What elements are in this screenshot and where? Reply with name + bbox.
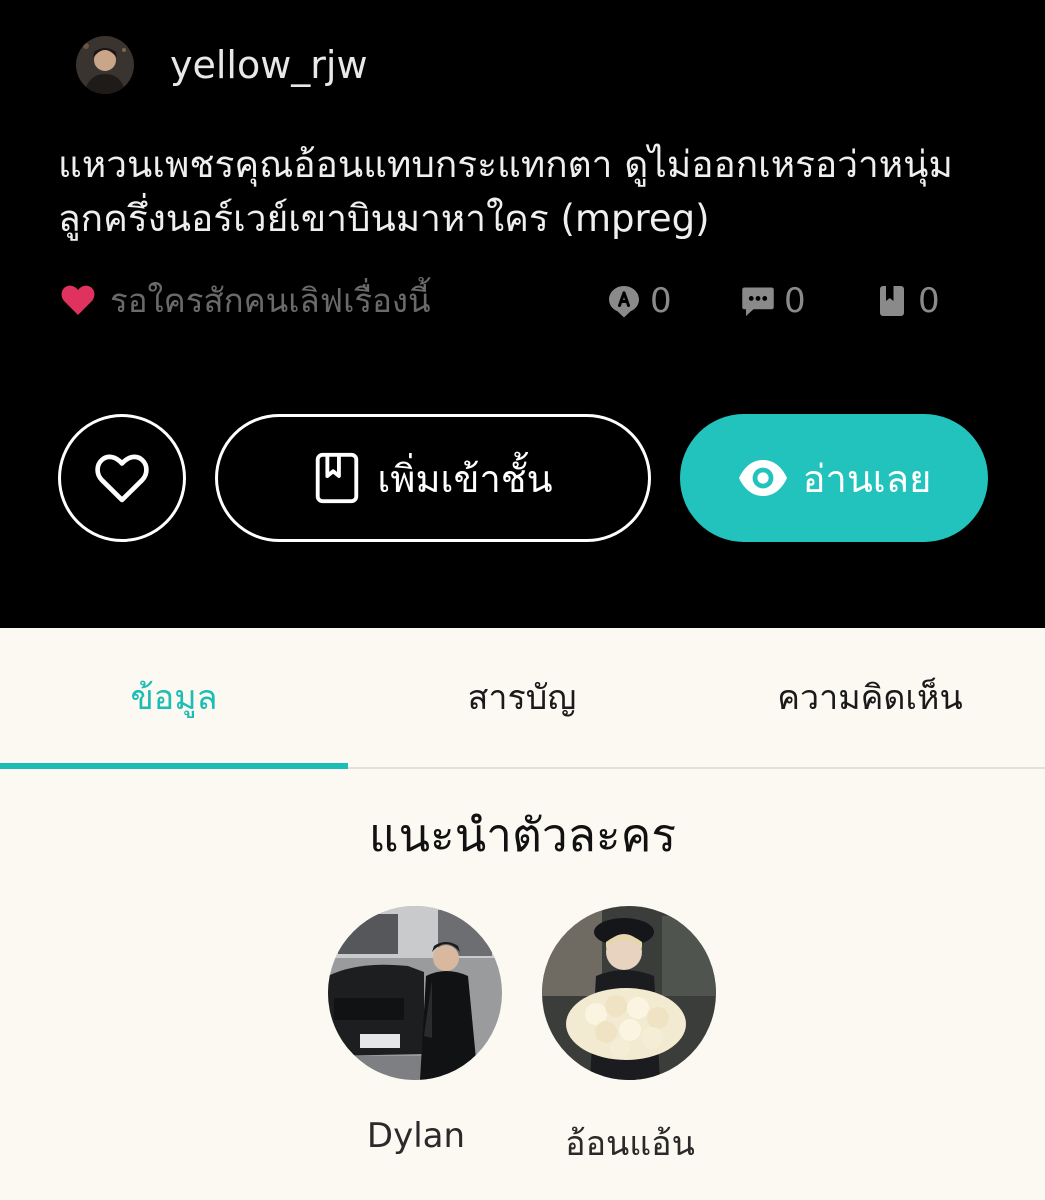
character-photo[interactable] [328,906,502,1080]
eye-icon [738,460,787,496]
comment-icon [742,287,774,316]
chapter-badge-icon [609,286,639,318]
comments-stat: 0 [740,278,806,324]
characters-section-title: แนะนำตัวละคร [368,808,677,862]
story-meta-row: รอใครสักคนเลิฟเรื่องนี้ 0 0 0 [58,276,988,326]
shelves-count: 0 [918,281,940,321]
character-name: อ้อนแอ้น [565,1124,695,1164]
character-card[interactable]: Dylan [328,906,504,1156]
heart-outline-icon [95,454,149,503]
author-row[interactable]: yellow_rjw [76,36,368,94]
bookmark-icon [880,286,904,316]
author-avatar[interactable] [76,36,134,94]
tab-bar: ข้อมูล สารบัญ ความคิดเห็น [0,628,1045,769]
likes-text: รอใครสักคนเลิฟเรื่องนี้ [110,281,431,320]
add-to-shelf-button[interactable]: เพิ่มเข้าชั้น [215,414,651,542]
read-now-button[interactable]: อ่านเลย [680,414,988,542]
comments-count: 0 [784,281,806,321]
book-icon [316,452,359,504]
tab-info[interactable]: ข้อมูล [0,628,348,769]
like-button[interactable] [58,414,186,542]
author-username[interactable]: yellow_rjw [170,36,368,94]
heart-icon [61,285,95,315]
character-photo[interactable] [542,906,716,1080]
character-name: Dylan [366,1116,466,1156]
chapters-count: 0 [650,281,672,321]
story-title: แหวนเพชรคุณอ้อนแทบกระแทกตา ดูไม่ออกเหรอว… [58,143,953,240]
story-header: yellow_rjw แหวนเพชรคุณอ้อนแทบกระแทกตา ดู… [0,0,1045,628]
read-now-label: อ่านเลย [802,456,932,501]
active-tab-indicator [0,763,348,769]
tab-contents[interactable]: สารบัญ [348,628,696,769]
add-to-shelf-label: เพิ่มเข้าชั้น [377,456,553,501]
chapters-stat: 0 [606,278,672,324]
shelves-stat: 0 [874,278,940,324]
tab-comments[interactable]: ความคิดเห็น [696,628,1044,769]
character-card[interactable]: อ้อนแอ้น [542,906,718,1170]
